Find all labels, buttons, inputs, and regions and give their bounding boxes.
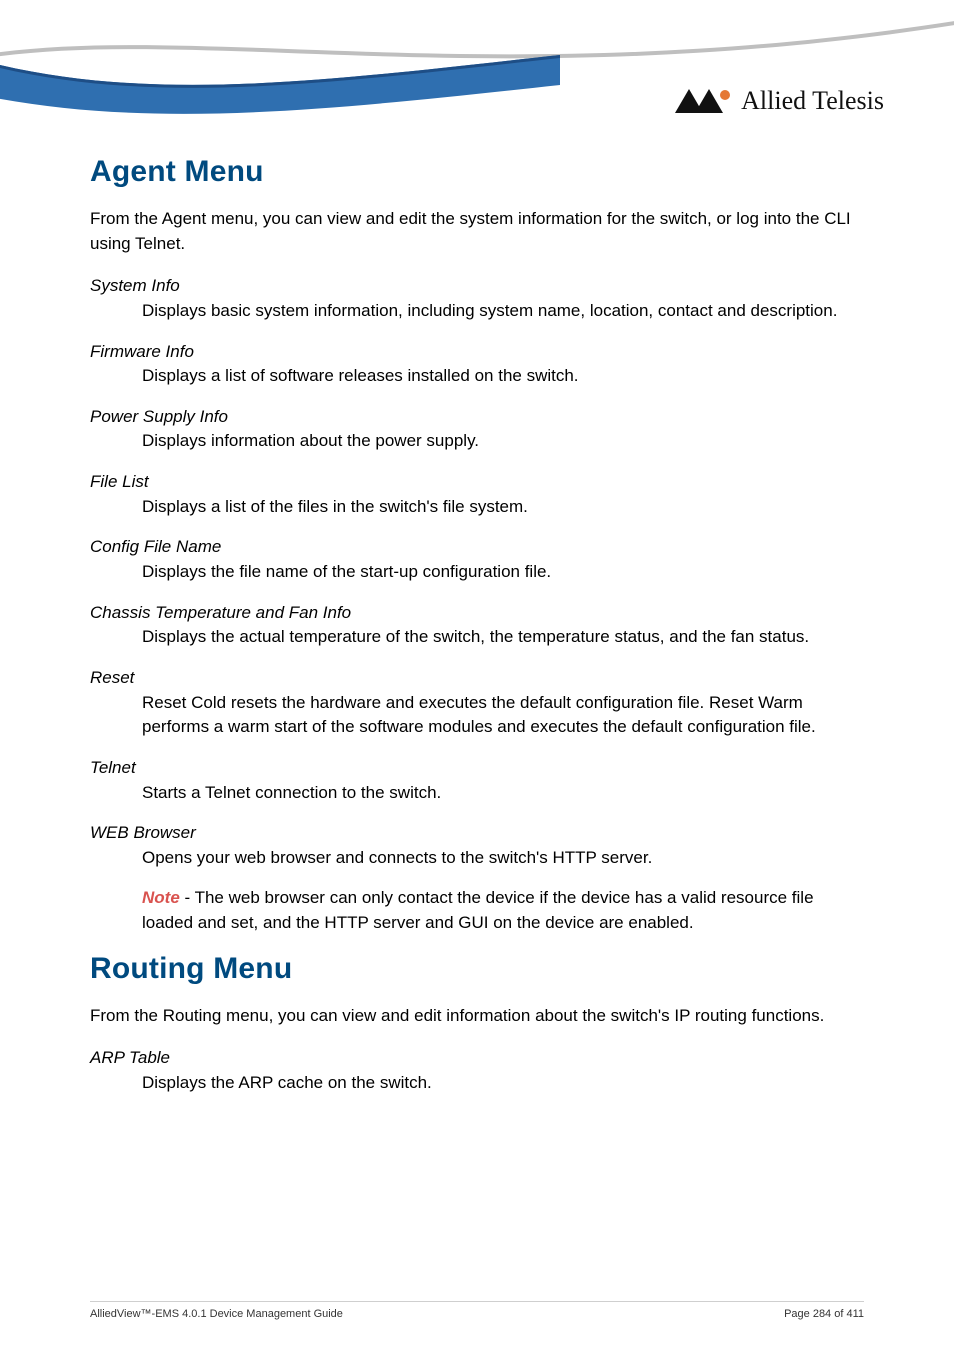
note-web-browser: Note - The web browser can only contact …: [90, 886, 864, 935]
footer-rule: [90, 1301, 864, 1302]
footer-page-number: Page 284 of 411: [784, 1308, 864, 1320]
page-footer: AlliedView™-EMS 4.0.1 Device Management …: [90, 1301, 864, 1320]
term-web-browser: WEB Browser: [90, 821, 864, 846]
routing-menu-heading: Routing Menu: [90, 952, 864, 986]
term-system-info: System Info: [90, 274, 864, 299]
desc-chassis-temp: Displays the actual temperature of the s…: [90, 625, 864, 650]
desc-system-info: Displays basic system information, inclu…: [90, 299, 864, 324]
desc-file-list: Displays a list of the files in the swit…: [90, 495, 864, 520]
term-arp-table: ARP Table: [90, 1046, 864, 1071]
routing-menu-intro: From the Routing menu, you can view and …: [90, 1004, 864, 1029]
desc-web-browser: Opens your web browser and connects to t…: [90, 846, 864, 871]
term-telnet: Telnet: [90, 756, 864, 781]
desc-reset: Reset Cold resets the hardware and execu…: [90, 691, 864, 740]
term-reset: Reset: [90, 666, 864, 691]
desc-telnet: Starts a Telnet connection to the switch…: [90, 781, 864, 806]
note-text: - The web browser can only contact the d…: [142, 888, 814, 932]
term-power-supply-info: Power Supply Info: [90, 405, 864, 430]
desc-power-supply-info: Displays information about the power sup…: [90, 429, 864, 454]
term-firmware-info: Firmware Info: [90, 340, 864, 365]
term-file-list: File List: [90, 470, 864, 495]
note-label: Note: [142, 888, 180, 907]
desc-firmware-info: Displays a list of software releases ins…: [90, 364, 864, 389]
agent-menu-heading: Agent Menu: [90, 155, 864, 189]
desc-arp-table: Displays the ARP cache on the switch.: [90, 1071, 864, 1096]
footer-doc-title: AlliedView™-EMS 4.0.1 Device Management …: [90, 1308, 343, 1320]
term-chassis-temp: Chassis Temperature and Fan Info: [90, 601, 864, 626]
desc-config-file-name: Displays the file name of the start-up c…: [90, 560, 864, 585]
term-config-file-name: Config File Name: [90, 535, 864, 560]
agent-menu-intro: From the Agent menu, you can view and ed…: [90, 207, 864, 256]
